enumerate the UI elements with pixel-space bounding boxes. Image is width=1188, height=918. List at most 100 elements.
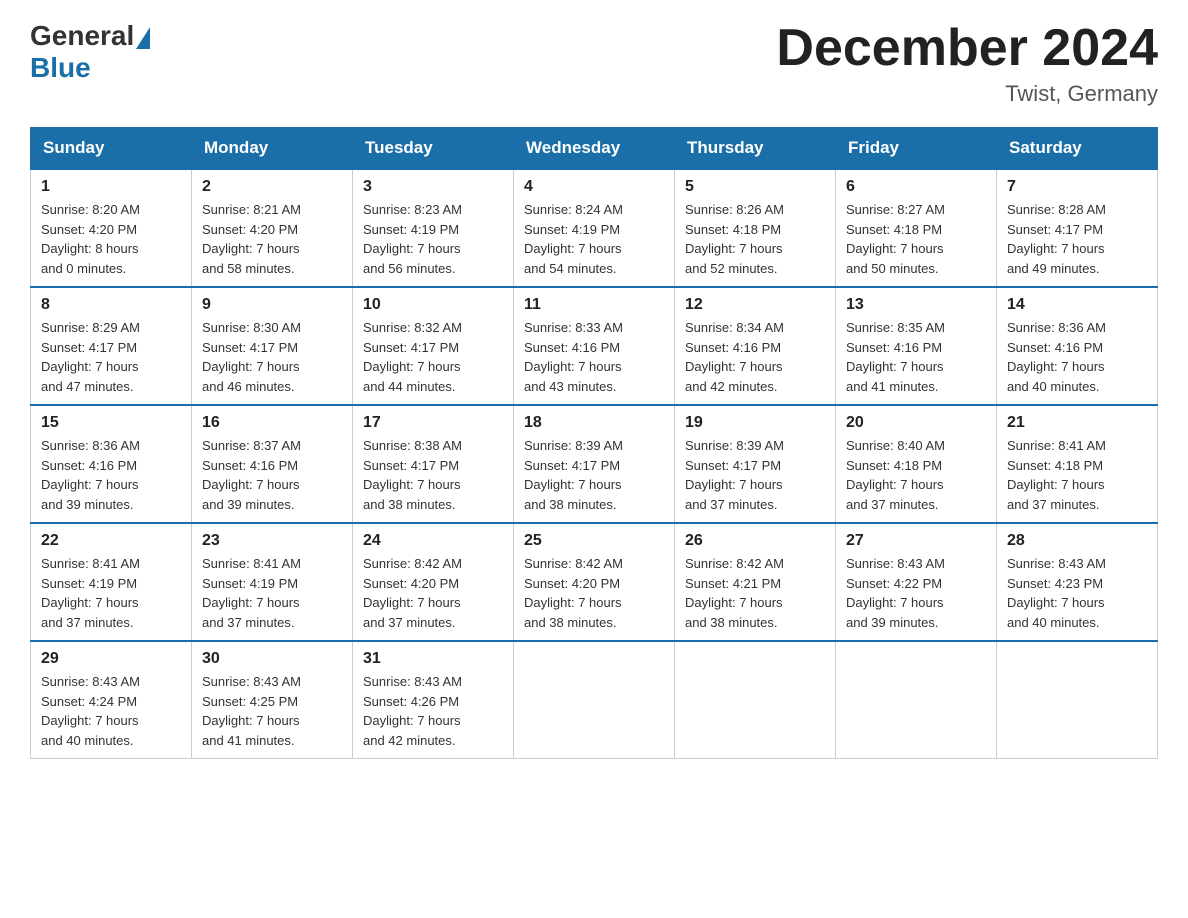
day-number: 14 (1007, 296, 1147, 314)
day-number: 13 (846, 296, 986, 314)
calendar-cell: 28Sunrise: 8:43 AM Sunset: 4:23 PM Dayli… (997, 523, 1158, 641)
column-header-tuesday: Tuesday (353, 128, 514, 170)
day-info: Sunrise: 8:41 AM Sunset: 4:19 PM Dayligh… (41, 554, 181, 632)
day-info: Sunrise: 8:42 AM Sunset: 4:20 PM Dayligh… (524, 554, 664, 632)
calendar-cell: 29 Sunrise: 8:43 AM Sunset: 4:24 PM Dayli… (31, 641, 192, 759)
day-number: 4 (524, 178, 664, 196)
day-number: 26 (685, 532, 825, 550)
day-info: Sunrise: 8:37 AM Sunset: 4:16 PM Dayligh… (202, 436, 342, 514)
day-info: Sunrise: 8:39 AM Sunset: 4:17 PM Dayligh… (524, 436, 664, 514)
day-number: 21 (1007, 414, 1147, 432)
day-number: 28 (1007, 532, 1147, 550)
day-number: 6 (846, 178, 986, 196)
calendar-cell (514, 641, 675, 759)
calendar-cell: 10 Sunrise: 8:32 AM Sunset: 4:17 PM Dayli… (353, 287, 514, 405)
day-info: Sunrise: 8:36 AM Sunset: 4:16 PM Dayligh… (1007, 318, 1147, 396)
calendar-cell: 8Sunrise: 8:29 AM Sunset: 4:17 PM Daylig… (31, 287, 192, 405)
day-info: Sunrise: 8:24 AM Sunset: 4:19 PM Dayligh… (524, 200, 664, 278)
day-number: 3 (363, 178, 503, 196)
logo-general-text: General (30, 20, 134, 52)
day-number: 18 (524, 414, 664, 432)
day-number: 5 (685, 178, 825, 196)
calendar-cell: 14 Sunrise: 8:36 AM Sunset: 4:16 PM Dayli… (997, 287, 1158, 405)
location-label: Twist, Germany (776, 81, 1158, 107)
day-info: Sunrise: 8:26 AM Sunset: 4:18 PM Dayligh… (685, 200, 825, 278)
day-info: Sunrise: 8:40 AM Sunset: 4:18 PM Dayligh… (846, 436, 986, 514)
column-header-thursday: Thursday (675, 128, 836, 170)
calendar-cell: 27Sunrise: 8:43 AM Sunset: 4:22 PM Dayli… (836, 523, 997, 641)
calendar-cell: 2Sunrise: 8:21 AM Sunset: 4:20 PM Daylig… (192, 169, 353, 287)
calendar-cell: 26Sunrise: 8:42 AM Sunset: 4:21 PM Dayli… (675, 523, 836, 641)
day-number: 25 (524, 532, 664, 550)
calendar-cell: 18 Sunrise: 8:39 AM Sunset: 4:17 PM Dayli… (514, 405, 675, 523)
logo-triangle-icon (136, 27, 150, 49)
week-row-5: 29 Sunrise: 8:43 AM Sunset: 4:24 PM Dayli… (31, 641, 1158, 759)
column-header-saturday: Saturday (997, 128, 1158, 170)
day-info: Sunrise: 8:29 AM Sunset: 4:17 PM Dayligh… (41, 318, 181, 396)
day-number: 24 (363, 532, 503, 550)
day-number: 2 (202, 178, 342, 196)
day-number: 31 (363, 650, 503, 668)
week-row-1: 1Sunrise: 8:20 AM Sunset: 4:20 PM Daylig… (31, 169, 1158, 287)
day-info: Sunrise: 8:23 AM Sunset: 4:19 PM Dayligh… (363, 200, 503, 278)
column-header-wednesday: Wednesday (514, 128, 675, 170)
day-info: Sunrise: 8:39 AM Sunset: 4:17 PM Dayligh… (685, 436, 825, 514)
calendar-cell: 3 Sunrise: 8:23 AM Sunset: 4:19 PM Daylig… (353, 169, 514, 287)
day-info: Sunrise: 8:20 AM Sunset: 4:20 PM Dayligh… (41, 200, 181, 278)
day-number: 30 (202, 650, 342, 668)
day-number: 10 (363, 296, 503, 314)
calendar-cell: 16 Sunrise: 8:37 AM Sunset: 4:16 PM Dayli… (192, 405, 353, 523)
calendar-cell: 19 Sunrise: 8:39 AM Sunset: 4:17 PM Dayli… (675, 405, 836, 523)
title-section: December 2024 Twist, Germany (776, 20, 1158, 107)
day-number: 15 (41, 414, 181, 432)
calendar-cell: 1Sunrise: 8:20 AM Sunset: 4:20 PM Daylig… (31, 169, 192, 287)
day-info: Sunrise: 8:43 AM Sunset: 4:26 PM Dayligh… (363, 672, 503, 750)
week-row-3: 15 Sunrise: 8:36 AM Sunset: 4:16 PM Dayli… (31, 405, 1158, 523)
day-number: 11 (524, 296, 664, 314)
day-info: Sunrise: 8:32 AM Sunset: 4:17 PM Dayligh… (363, 318, 503, 396)
day-number: 9 (202, 296, 342, 314)
day-number: 20 (846, 414, 986, 432)
column-header-monday: Monday (192, 128, 353, 170)
day-number: 29 (41, 650, 181, 668)
day-info: Sunrise: 8:41 AM Sunset: 4:18 PM Dayligh… (1007, 436, 1147, 514)
calendar-cell: 23Sunrise: 8:41 AM Sunset: 4:19 PM Dayli… (192, 523, 353, 641)
day-number: 17 (363, 414, 503, 432)
calendar-cell: 24Sunrise: 8:42 AM Sunset: 4:20 PM Dayli… (353, 523, 514, 641)
calendar-cell: 6 Sunrise: 8:27 AM Sunset: 4:18 PM Daylig… (836, 169, 997, 287)
day-info: Sunrise: 8:43 AM Sunset: 4:24 PM Dayligh… (41, 672, 181, 750)
calendar-cell: 22 Sunrise: 8:41 AM Sunset: 4:19 PM Dayli… (31, 523, 192, 641)
calendar-cell: 21 Sunrise: 8:41 AM Sunset: 4:18 PM Dayli… (997, 405, 1158, 523)
month-title: December 2024 (776, 20, 1158, 77)
calendar-cell: 31 Sunrise: 8:43 AM Sunset: 4:26 PM Dayli… (353, 641, 514, 759)
calendar-cell: 9Sunrise: 8:30 AM Sunset: 4:17 PM Daylig… (192, 287, 353, 405)
day-info: Sunrise: 8:38 AM Sunset: 4:17 PM Dayligh… (363, 436, 503, 514)
day-number: 12 (685, 296, 825, 314)
calendar-cell (675, 641, 836, 759)
day-info: Sunrise: 8:36 AM Sunset: 4:16 PM Dayligh… (41, 436, 181, 514)
calendar-cell: 4 Sunrise: 8:24 AM Sunset: 4:19 PM Daylig… (514, 169, 675, 287)
calendar-cell: 7Sunrise: 8:28 AM Sunset: 4:17 PM Daylig… (997, 169, 1158, 287)
day-number: 22 (41, 532, 181, 550)
calendar-cell: 30Sunrise: 8:43 AM Sunset: 4:25 PM Dayli… (192, 641, 353, 759)
day-number: 19 (685, 414, 825, 432)
calendar-cell: 13 Sunrise: 8:35 AM Sunset: 4:16 PM Dayli… (836, 287, 997, 405)
column-header-sunday: Sunday (31, 128, 192, 170)
calendar-cell: 17 Sunrise: 8:38 AM Sunset: 4:17 PM Dayli… (353, 405, 514, 523)
calendar-cell: 20 Sunrise: 8:40 AM Sunset: 4:18 PM Dayli… (836, 405, 997, 523)
day-info: Sunrise: 8:34 AM Sunset: 4:16 PM Dayligh… (685, 318, 825, 396)
day-info: Sunrise: 8:35 AM Sunset: 4:16 PM Dayligh… (846, 318, 986, 396)
day-number: 16 (202, 414, 342, 432)
calendar-cell: 25 Sunrise: 8:42 AM Sunset: 4:20 PM Dayli… (514, 523, 675, 641)
calendar-cell (997, 641, 1158, 759)
week-row-2: 8Sunrise: 8:29 AM Sunset: 4:17 PM Daylig… (31, 287, 1158, 405)
calendar-cell: 12 Sunrise: 8:34 AM Sunset: 4:16 PM Dayli… (675, 287, 836, 405)
calendar-table: SundayMondayTuesdayWednesdayThursdayFrid… (30, 127, 1158, 759)
day-info: Sunrise: 8:33 AM Sunset: 4:16 PM Dayligh… (524, 318, 664, 396)
column-header-friday: Friday (836, 128, 997, 170)
calendar-cell: 5 Sunrise: 8:26 AM Sunset: 4:18 PM Daylig… (675, 169, 836, 287)
logo: General Blue (30, 20, 150, 84)
day-info: Sunrise: 8:27 AM Sunset: 4:18 PM Dayligh… (846, 200, 986, 278)
calendar-cell: 15 Sunrise: 8:36 AM Sunset: 4:16 PM Dayli… (31, 405, 192, 523)
logo-blue-text: Blue (30, 52, 91, 84)
